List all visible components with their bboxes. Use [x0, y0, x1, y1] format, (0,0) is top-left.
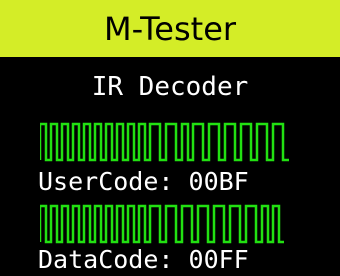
mode-label: IR Decoder	[91, 72, 249, 102]
datacode-waveform	[40, 204, 284, 244]
usercode-value: 00BF	[188, 167, 249, 196]
title-bar: M-Tester	[0, 0, 340, 57]
datacode-readout: DataCode: 00FF	[38, 245, 249, 274]
app-title: M-Tester	[103, 9, 237, 48]
device-screen: M-Tester IR Decoder UserCode: 00BF DataC…	[0, 0, 340, 276]
usercode-readout: UserCode: 00BF	[38, 167, 249, 196]
usercode-label: UserCode:	[38, 167, 174, 196]
datacode-label: DataCode:	[38, 245, 174, 274]
datacode-value: 00FF	[188, 245, 249, 274]
usercode-waveform	[40, 122, 289, 162]
